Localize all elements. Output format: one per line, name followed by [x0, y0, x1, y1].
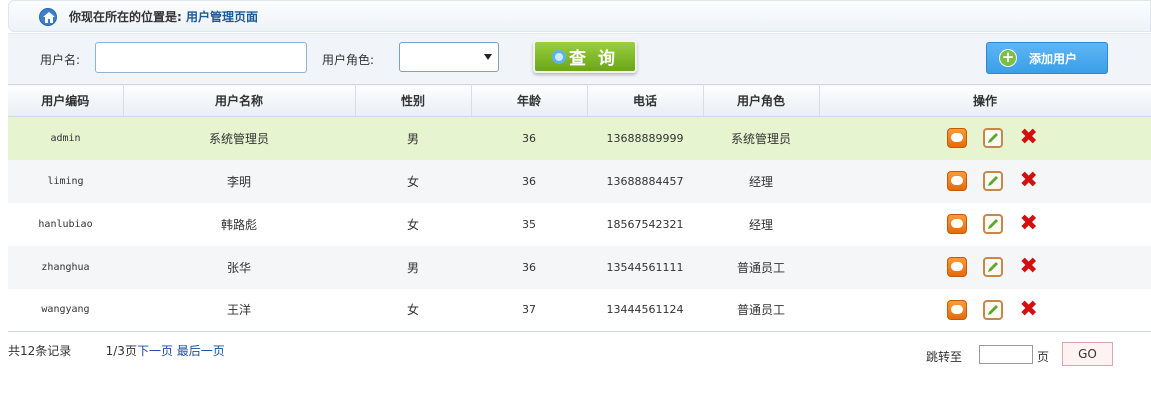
next-page-link[interactable]: 下一页 — [137, 344, 173, 358]
add-user-button[interactable]: + 添加用户 — [986, 42, 1108, 74]
delete-icon[interactable]: ✖ — [1019, 127, 1039, 149]
edit-icon[interactable] — [982, 299, 1003, 320]
cell-name: 韩路彪 — [123, 202, 355, 246]
cell-actions: ✖ — [819, 159, 1151, 203]
username-input[interactable] — [95, 42, 307, 73]
view-icon[interactable] — [947, 128, 967, 149]
home-icon[interactable] — [39, 8, 57, 26]
edit-icon[interactable] — [982, 214, 1003, 234]
edit-icon[interactable] — [982, 128, 1003, 149]
cell-gender: 男 — [355, 245, 471, 289]
cell-actions: ✖ — [819, 245, 1151, 289]
cell-code: zhanghua — [8, 245, 123, 289]
user-table: 用户编码 用户名称 性别 年龄 电话 用户角色 操作 admin 系统管理员 男… — [8, 84, 1151, 332]
cell-phone: 13688884457 — [587, 159, 703, 203]
cell-age: 36 — [471, 116, 587, 160]
table-row: wangyang 王洋 女 37 13444561124 普通员工 ✖ — [8, 288, 1151, 332]
cell-code: hanlubiao — [8, 202, 123, 246]
cell-phone: 13444561124 — [587, 288, 703, 332]
table-row: hanlubiao 韩路彪 女 35 18567542321 经理 ✖ — [8, 202, 1151, 246]
cell-actions: ✖ — [819, 202, 1151, 246]
cell-actions: ✖ — [819, 288, 1151, 332]
breadcrumb-prefix: 你现在所在的位置是: — [69, 9, 182, 24]
view-icon[interactable] — [947, 299, 967, 320]
breadcrumb: 你现在所在的位置是: 用户管理页面 — [8, 0, 1151, 32]
plus-icon: + — [999, 49, 1017, 67]
goto-page-input[interactable] — [979, 345, 1033, 364]
cell-name: 系统管理员 — [123, 116, 355, 160]
pager: 共12条记录 1/3页下一页 最后一页 — [8, 342, 225, 359]
cell-role: 经理 — [703, 202, 819, 246]
goto-label: 跳转至 — [926, 350, 963, 364]
search-bar: 用户名: 用户角色: 查 询 + 添加用户 — [8, 33, 1151, 84]
go-button[interactable]: GO — [1062, 342, 1113, 366]
breadcrumb-current: 用户管理页面 — [186, 9, 259, 24]
delete-icon[interactable]: ✖ — [1019, 256, 1039, 278]
cell-phone: 13688889999 — [587, 116, 703, 160]
cell-age: 36 — [471, 159, 587, 203]
cell-age: 36 — [471, 245, 587, 289]
cell-phone: 18567542321 — [587, 202, 703, 246]
header-phone: 电话 — [587, 84, 704, 117]
cell-name: 王洋 — [123, 288, 355, 332]
cell-age: 37 — [471, 288, 587, 332]
page-unit-label: 页 — [1037, 350, 1050, 364]
header-name: 用户名称 — [123, 84, 356, 117]
chevron-down-icon — [484, 54, 492, 60]
delete-icon[interactable]: ✖ — [1019, 170, 1039, 192]
cell-role: 普通员工 — [703, 288, 819, 332]
header-actions: 操作 — [819, 84, 1151, 117]
header-code: 用户编码 — [8, 84, 124, 117]
view-icon[interactable] — [947, 171, 967, 191]
cell-role: 经理 — [703, 159, 819, 203]
table-row: liming 李明 女 36 13688884457 经理 ✖ — [8, 159, 1151, 203]
cell-code: wangyang — [8, 288, 123, 332]
cell-role: 普通员工 — [703, 245, 819, 289]
role-label: 用户角色: — [322, 53, 375, 67]
cell-phone: 13544561111 — [587, 245, 703, 289]
total-count: 共12条记录 — [8, 344, 72, 358]
add-user-label: 添加用户 — [1029, 51, 1078, 66]
cell-gender: 女 — [355, 202, 471, 246]
search-icon — [552, 49, 567, 64]
last-page-link[interactable]: 最后一页 — [177, 344, 225, 358]
table-row: zhanghua 张华 男 36 13544561111 普通员工 ✖ — [8, 245, 1151, 289]
cell-code: admin — [8, 116, 123, 160]
delete-icon[interactable]: ✖ — [1019, 298, 1039, 320]
role-select[interactable] — [399, 42, 499, 72]
query-button[interactable]: 查 询 — [533, 40, 637, 73]
view-icon[interactable] — [947, 257, 967, 277]
page-indicator: 1/3页 — [105, 344, 137, 358]
edit-icon[interactable] — [982, 171, 1003, 191]
cell-code: liming — [8, 159, 123, 203]
header-gender: 性别 — [355, 84, 472, 117]
username-label: 用户名: — [40, 53, 81, 67]
header-role: 用户角色 — [703, 84, 820, 117]
cell-gender: 女 — [355, 159, 471, 203]
table-row: admin 系统管理员 男 36 13688889999 系统管理员 ✖ — [8, 116, 1151, 160]
cell-gender: 女 — [355, 288, 471, 332]
cell-actions: ✖ — [819, 116, 1151, 160]
cell-gender: 男 — [355, 116, 471, 160]
view-icon[interactable] — [947, 214, 967, 234]
query-button-label: 查 询 — [569, 49, 618, 69]
cell-name: 张华 — [123, 245, 355, 289]
header-age: 年龄 — [471, 84, 588, 117]
delete-icon[interactable]: ✖ — [1019, 213, 1039, 235]
cell-age: 35 — [471, 202, 587, 246]
edit-icon[interactable] — [982, 257, 1003, 277]
table-header-row: 用户编码 用户名称 性别 年龄 电话 用户角色 操作 — [8, 84, 1151, 117]
cell-name: 李明 — [123, 159, 355, 203]
cell-role: 系统管理员 — [703, 116, 819, 160]
